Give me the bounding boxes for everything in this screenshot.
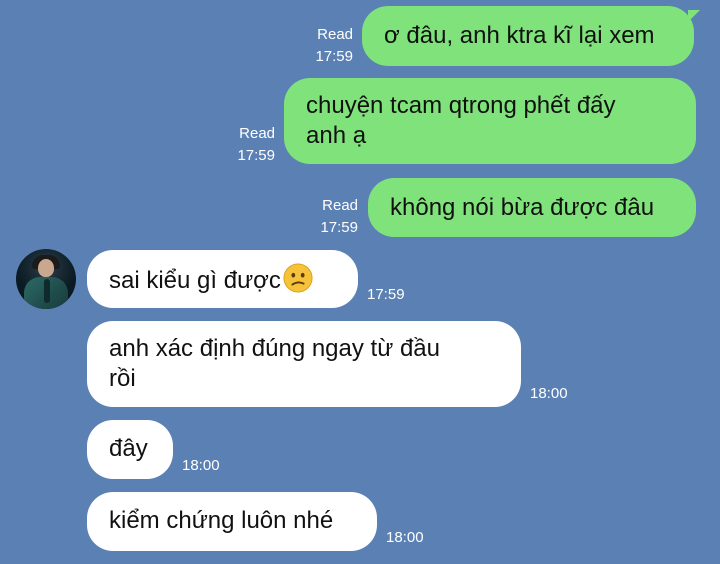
- message-time: 18:00: [530, 385, 568, 402]
- message-time: 17:59: [237, 147, 275, 164]
- message-time: 18:00: [182, 457, 220, 474]
- incoming-message-bubble[interactable]: đây: [87, 420, 173, 479]
- message-time: 17:59: [315, 48, 353, 65]
- read-status: Read: [239, 125, 275, 142]
- chat-conversation: Read 17:59 ơ đâu, anh ktra kĩ lại xem Re…: [0, 0, 720, 564]
- message-text: không nói bừa được đâu: [390, 194, 655, 221]
- outgoing-message-bubble[interactable]: ơ đâu, anh ktra kĩ lại xem: [362, 6, 694, 66]
- avatar-detail: [44, 279, 50, 303]
- message-meta: Read 17:59: [305, 196, 358, 238]
- message-text: kiểm chứng luôn nhé: [109, 507, 334, 534]
- message-text: sai kiểu gì được: [109, 267, 281, 294]
- outgoing-message-bubble[interactable]: chuyện tcam qtrong phết đấy anh ạ: [284, 78, 696, 164]
- message-text: đây: [109, 435, 148, 462]
- incoming-message-bubble[interactable]: anh xác định đúng ngay từ đầu rồi: [87, 321, 521, 407]
- read-status: Read: [322, 197, 358, 214]
- avatar-face: [38, 259, 54, 277]
- message-meta: Read 17:59: [300, 25, 353, 67]
- message-text: ơ đâu, anh ktra kĩ lại xem: [384, 22, 655, 49]
- message-time: 18:00: [386, 529, 424, 546]
- message-text: anh xác định đúng ngay từ đầu rồi: [109, 335, 440, 392]
- contact-avatar[interactable]: [16, 249, 76, 309]
- message-text: chuyện tcam qtrong phết đấy anh ạ: [306, 92, 616, 149]
- message-time: 17:59: [320, 219, 358, 236]
- bubble-tail: [688, 10, 700, 32]
- incoming-message-bubble[interactable]: sai kiểu gì được: [87, 250, 358, 308]
- outgoing-message-bubble[interactable]: không nói bừa được đâu: [368, 178, 696, 237]
- message-meta: Read 17:59: [222, 124, 275, 166]
- read-status: Read: [317, 26, 353, 43]
- incoming-message-bubble[interactable]: kiểm chứng luôn nhé: [87, 492, 377, 551]
- confused-face-icon: [283, 263, 313, 293]
- message-time: 17:59: [367, 286, 405, 303]
